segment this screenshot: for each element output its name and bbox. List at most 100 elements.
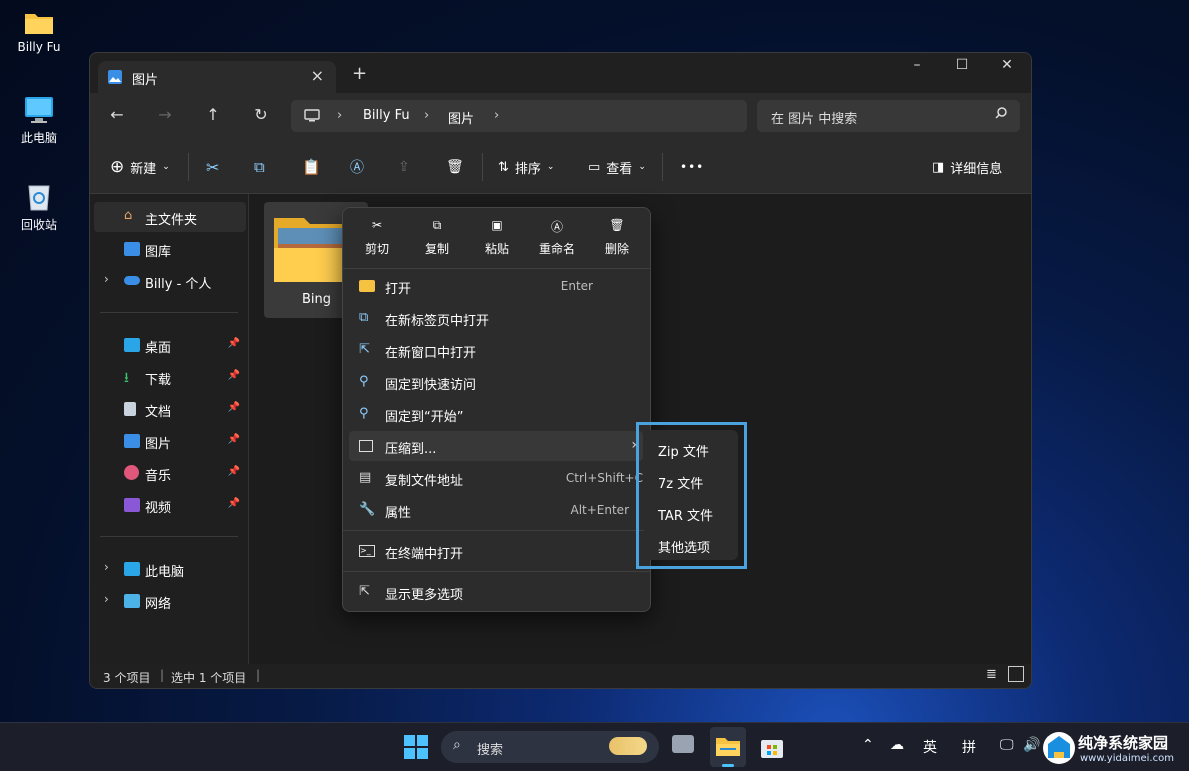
sidebar-item-music[interactable]: 音乐 📌: [94, 458, 246, 488]
search-input[interactable]: 在 图片 中搜索: [771, 108, 857, 127]
forward-button[interactable]: →: [151, 105, 179, 129]
menu-item-open[interactable]: 打开 Enter: [349, 271, 643, 301]
more-button[interactable]: •••: [680, 155, 704, 179]
menu-item-show-more[interactable]: ⇱ 显示更多选项: [349, 577, 643, 607]
delete-icon: 🗑: [609, 218, 625, 232]
search-box[interactable]: 在 图片 中搜索: [757, 100, 1020, 132]
breadcrumb-separator: ›: [424, 108, 430, 123]
quick-action-label: 粘贴: [484, 242, 509, 256]
chevron-right-icon[interactable]: ›: [104, 592, 109, 606]
sidebar-divider: [100, 536, 238, 537]
store-icon[interactable]: [758, 733, 786, 761]
delete-button[interactable]: 🗑 删除: [589, 218, 645, 264]
menu-item-shortcut: Ctrl+Shift+C: [565, 471, 643, 485]
display-icon[interactable]: 🖵: [1000, 737, 1014, 753]
chevron-right-icon[interactable]: ›: [104, 560, 109, 574]
pin-icon[interactable]: 📌: [228, 466, 240, 477]
tab-pictures[interactable]: 图片 ×: [98, 61, 336, 93]
sidebar-item-documents[interactable]: 文档 📌: [94, 394, 246, 424]
sidebar-item-network[interactable]: › 网络: [94, 586, 246, 616]
highlight-box: [636, 422, 747, 569]
task-view-icon[interactable]: [672, 735, 694, 753]
cut-icon: ✂: [371, 218, 383, 232]
toolbar-divider: [662, 153, 663, 181]
pin-icon[interactable]: 📌: [228, 370, 240, 381]
menu-item-properties[interactable]: 🔧 属性 Alt+Enter: [349, 495, 643, 525]
ime-language[interactable]: 英: [923, 737, 937, 757]
cut-button[interactable]: ✂ 剪切: [349, 218, 405, 264]
desktop-icon-recycle-bin[interactable]: 回收站: [9, 180, 69, 233]
rename-button[interactable]: Ⓐ: [350, 155, 364, 179]
home-icon: ⌂: [124, 208, 133, 223]
menu-item-compress[interactable]: 压缩到... ›: [349, 431, 643, 461]
document-icon: [124, 402, 136, 416]
delete-button[interactable]: 🗑: [446, 155, 464, 179]
copy-button[interactable]: ⧉ 复制: [409, 218, 465, 264]
new-button[interactable]: ⊕ 新建 ⌄: [110, 155, 170, 179]
menu-item-open-new-window[interactable]: ⇱ 在新窗口中打开: [349, 335, 643, 365]
menu-item-copy-path[interactable]: ▤ 复制文件地址 Ctrl+Shift+C: [349, 463, 643, 493]
desktop-icon-this-pc[interactable]: 此电脑: [9, 95, 69, 146]
cut-button[interactable]: ✂: [206, 155, 219, 179]
details-label: 详细信息: [950, 161, 1003, 177]
folder-icon: [716, 738, 740, 756]
new-tab-button[interactable]: +: [352, 63, 367, 84]
start-icon[interactable]: [402, 733, 430, 761]
back-button[interactable]: ←: [103, 105, 131, 129]
copy-icon: ⧉: [254, 158, 265, 176]
sidebar-item-this-pc[interactable]: › 此电脑: [94, 554, 246, 584]
menu-divider: [343, 571, 650, 572]
cloud-icon[interactable]: ☁: [890, 737, 904, 753]
pin-icon[interactable]: 📌: [228, 434, 240, 445]
pin-icon[interactable]: 📌: [228, 498, 240, 509]
menu-item-open-new-tab[interactable]: ⧉ 在新标签页中打开: [349, 303, 643, 333]
ime-mode[interactable]: 拼: [962, 737, 976, 757]
taskbar-search-label: 搜索: [477, 743, 504, 758]
up-button[interactable]: ↑: [199, 105, 227, 129]
watermark-icon: [1043, 732, 1075, 764]
breadcrumb-pictures[interactable]: 图片: [448, 108, 474, 127]
volume-icon[interactable]: 🔊: [1023, 737, 1040, 753]
copy-button[interactable]: ⧉: [254, 155, 265, 179]
folder-item-label: Bing: [302, 292, 332, 307]
rename-button[interactable]: Ⓐ 重命名: [529, 218, 585, 264]
sort-button[interactable]: ⇅ 排序 ⌄: [498, 155, 554, 179]
sidebar-item-gallery[interactable]: 图库: [94, 234, 246, 264]
sidebar-item-downloads[interactable]: ⭳ 下载 📌: [94, 362, 246, 392]
sidebar-item-home[interactable]: ⌂ 主文件夹: [94, 202, 246, 232]
paste-button[interactable]: 📋: [302, 155, 321, 179]
sidebar-item-desktop[interactable]: 桌面 📌: [94, 330, 246, 360]
view-button[interactable]: ▭ 查看 ⌄: [588, 155, 646, 179]
menu-item-open-terminal[interactable]: >_ 在终端中打开: [349, 536, 643, 566]
gallery-icon: [124, 242, 140, 256]
menu-item-label: 打开: [385, 282, 412, 297]
taskbar-search[interactable]: ⌕ 搜索: [441, 731, 659, 763]
file-explorer-taskbar-icon[interactable]: [710, 727, 746, 767]
sidebar-item-videos[interactable]: 视频 📌: [94, 490, 246, 520]
share-button[interactable]: ⇪: [398, 155, 410, 179]
desktop-icon-label: 此电脑: [20, 131, 57, 145]
menu-item-label: 固定到“开始”: [385, 410, 464, 425]
address-bar[interactable]: › Billy Fu › 图片 ›: [291, 100, 747, 132]
pin-icon[interactable]: 📌: [228, 338, 240, 349]
menu-item-pin-quick-access[interactable]: ⚲ 固定到快速访问: [349, 367, 643, 397]
minimize-button[interactable]: –: [894, 57, 940, 81]
pin-icon[interactable]: 📌: [228, 402, 240, 413]
sidebar-item-onedrive[interactable]: › Billy - 个人: [94, 266, 246, 296]
chevron-right-icon[interactable]: ›: [104, 272, 109, 286]
close-tab-icon[interactable]: ×: [311, 66, 324, 85]
desktop-icon-billy-fu[interactable]: Billy Fu: [9, 10, 69, 54]
refresh-button[interactable]: ↻: [247, 105, 275, 129]
details-button[interactable]: ◨ 详细信息: [932, 155, 1002, 179]
menu-item-shortcut: Enter: [560, 279, 593, 293]
close-button[interactable]: ✕: [984, 57, 1030, 81]
menu-item-pin-start[interactable]: ⚲ 固定到“开始”: [349, 399, 643, 429]
details-view-icon[interactable]: ≣: [986, 667, 997, 682]
breadcrumb-billy-fu[interactable]: Billy Fu: [363, 108, 410, 123]
paste-button[interactable]: ▣ 粘贴: [469, 218, 525, 264]
chevron-up-icon[interactable]: ⌃: [862, 737, 874, 753]
tiles-view-icon[interactable]: [1008, 666, 1024, 682]
rename-icon: Ⓐ: [550, 220, 563, 234]
sidebar-item-pictures[interactable]: 图片 📌: [94, 426, 246, 456]
maximize-button[interactable]: ☐: [939, 57, 985, 81]
